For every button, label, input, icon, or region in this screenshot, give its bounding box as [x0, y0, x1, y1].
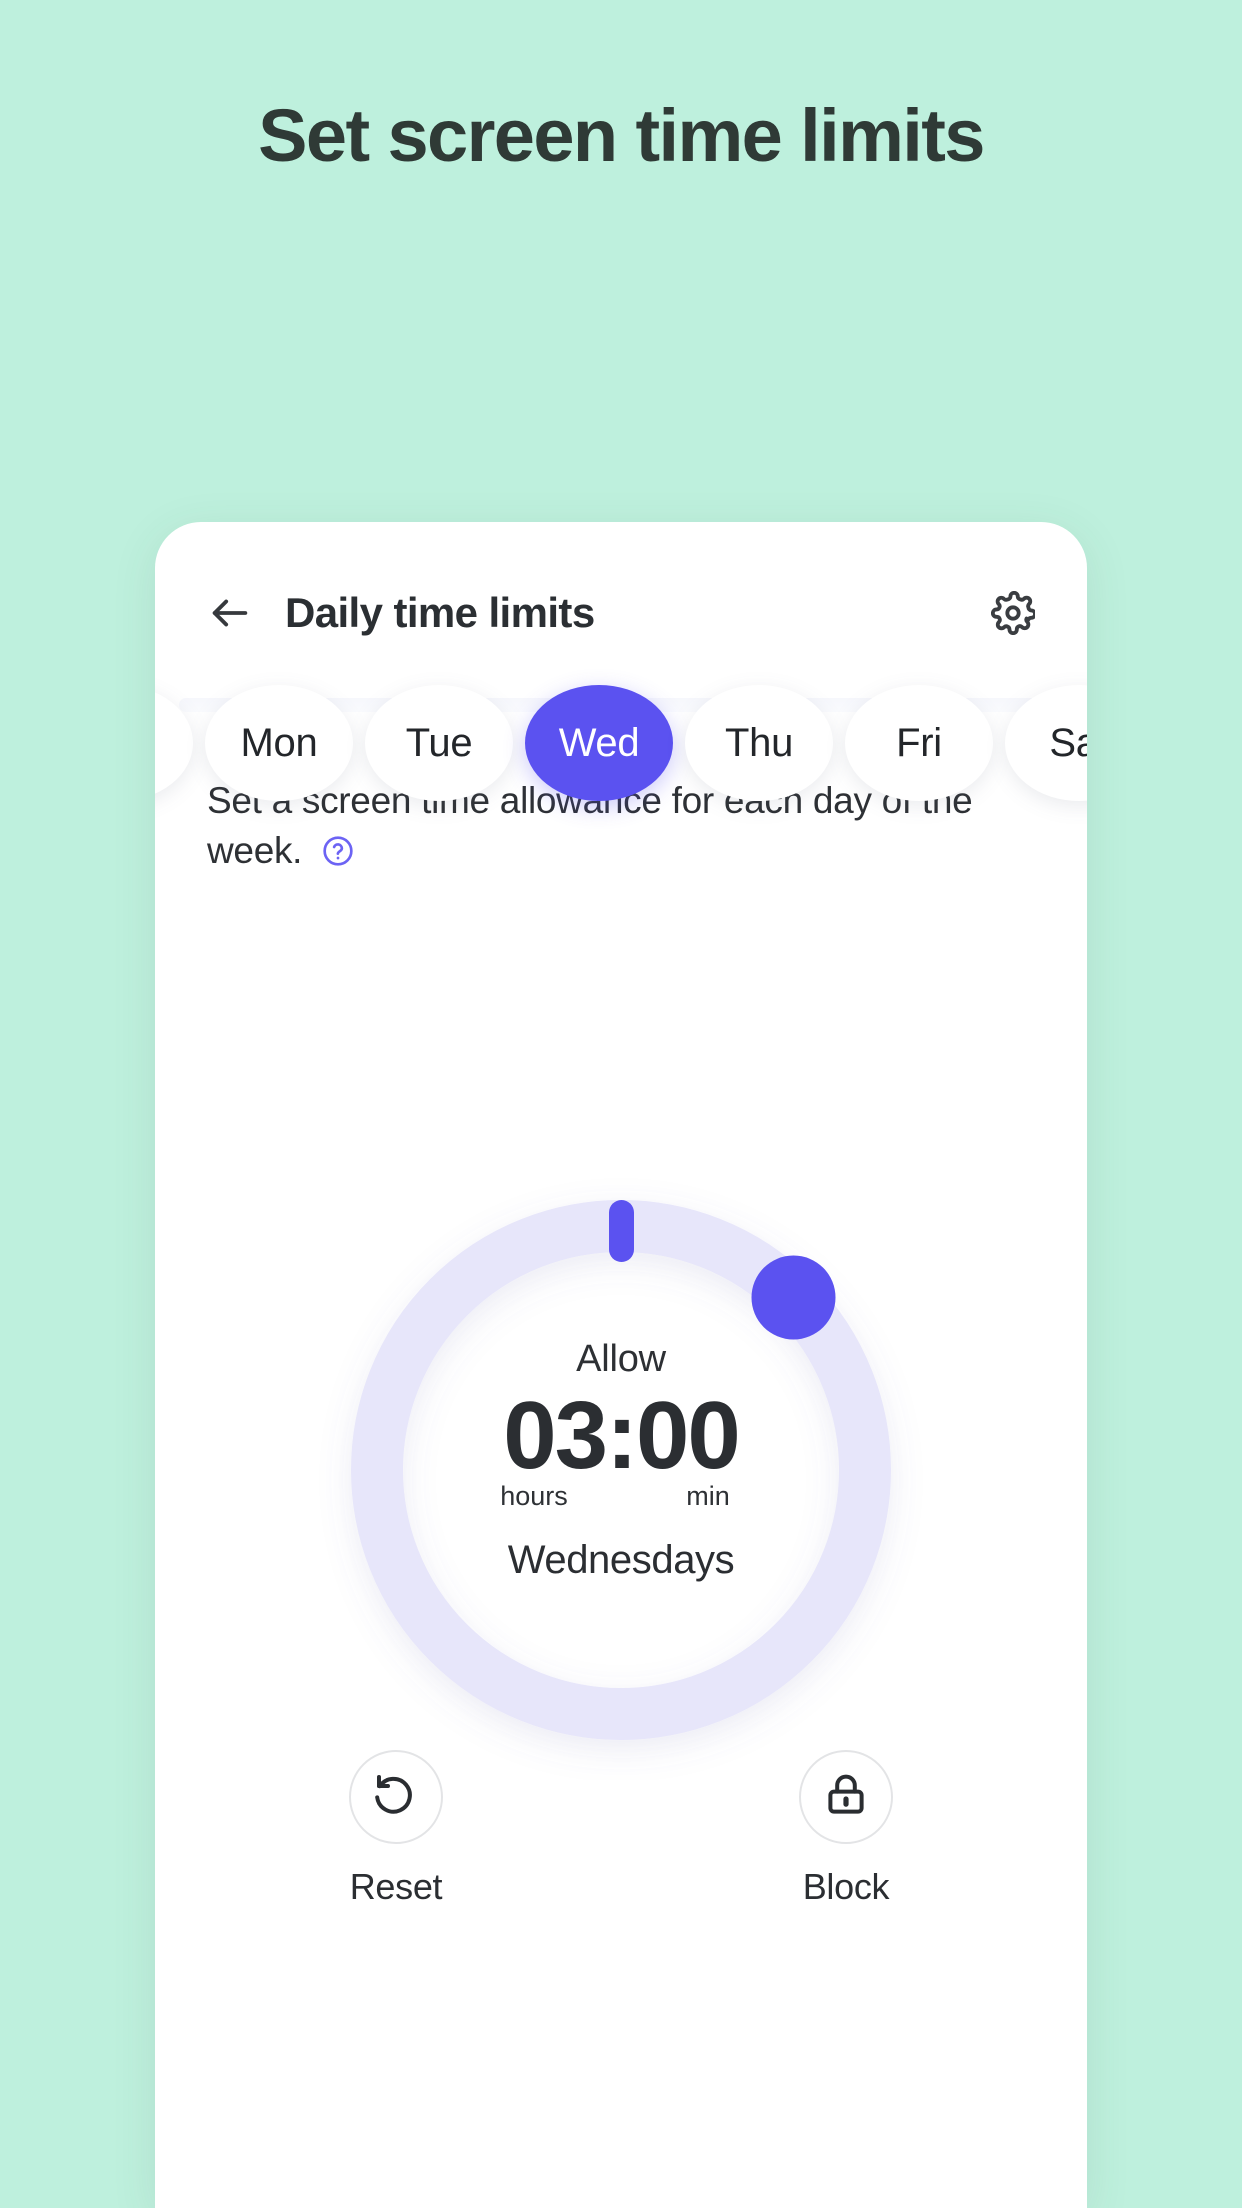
- day-chip-label: Wed: [558, 720, 640, 765]
- dial-day-name: Wednesdays: [507, 1537, 735, 1582]
- dial-time-value: 03:00: [503, 1382, 741, 1489]
- day-selector[interactable]: Sun Mon Tue Wed Thu Fri Sat: [155, 685, 1087, 801]
- dial-handle[interactable]: [751, 1255, 836, 1340]
- day-chip-mon[interactable]: Mon: [205, 685, 353, 801]
- day-chip-label: Mon: [240, 720, 318, 765]
- page-title: Daily time limits: [285, 589, 595, 636]
- arrow-left-icon[interactable]: [207, 590, 253, 636]
- day-chip-label: Thu: [724, 720, 794, 765]
- day-chip-label: Sat: [1049, 720, 1087, 765]
- dial-allow-label: Allow: [576, 1338, 666, 1380]
- day-chip-fri[interactable]: Fri: [845, 685, 993, 801]
- day-chip-sun[interactable]: Sun: [155, 685, 193, 801]
- phone-mockup: Daily time limits Set a screen time allo…: [155, 522, 1087, 2208]
- dial-readout: Allow 03:00 hours min Wednesdays: [311, 1338, 931, 1583]
- dial-min-label: min: [686, 1480, 730, 1511]
- gear-icon[interactable]: [990, 590, 1037, 636]
- day-chip-sat[interactable]: Sat: [1005, 685, 1087, 801]
- block-button-circle[interactable]: [799, 1750, 893, 1844]
- app-bar: Daily time limits: [155, 522, 1087, 704]
- time-dial[interactable]: Allow 03:00 hours min Wednesdays: [311, 1160, 931, 1780]
- rotate-ccw-icon: [372, 1771, 420, 1824]
- dial-zero-tick: [609, 1200, 634, 1262]
- day-chip-tue[interactable]: Tue: [365, 685, 513, 801]
- day-chip-label: Fri: [896, 720, 942, 765]
- promo-headline: Set screen time limits: [258, 94, 985, 177]
- lock-icon: [822, 1771, 870, 1824]
- block-button-label: Block: [802, 1866, 890, 1907]
- day-chip-thu[interactable]: Thu: [685, 685, 833, 801]
- dial-hours-label: hours: [500, 1480, 568, 1511]
- action-row: Reset Block: [155, 1750, 1087, 1908]
- reset-button-label: Reset: [349, 1866, 443, 1907]
- block-button[interactable]: Block: [756, 1750, 936, 1908]
- help-circle-icon[interactable]: [322, 830, 354, 866]
- reset-button[interactable]: Reset: [306, 1750, 486, 1908]
- reset-button-circle[interactable]: [349, 1750, 443, 1844]
- day-chip-label: Tue: [405, 720, 473, 765]
- day-chip-wed[interactable]: Wed: [525, 685, 673, 801]
